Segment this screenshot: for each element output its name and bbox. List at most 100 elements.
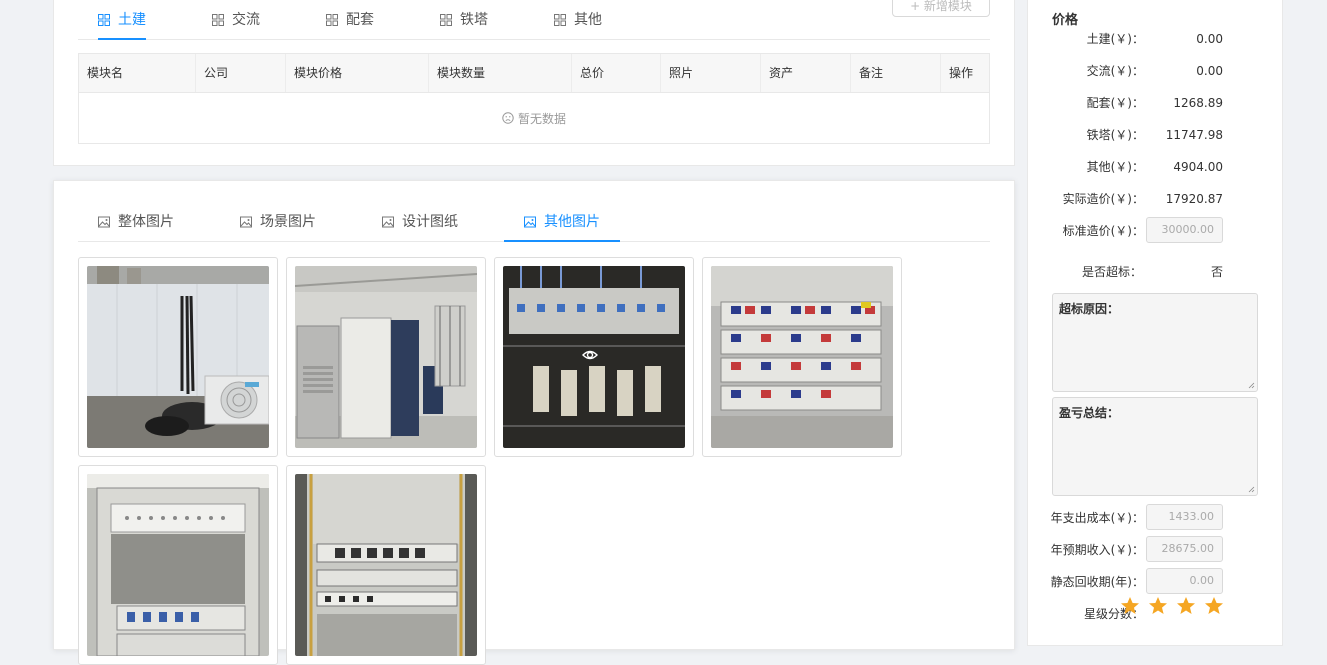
annual-income-row: 年预期收入(￥)： 28675.00 [1028, 536, 1284, 562]
price-label: 交流(￥)： [1086, 64, 1144, 78]
annual-cost-label: 年支出成本(￥)： [1050, 511, 1144, 525]
price-label: 配套(￥)： [1086, 96, 1144, 110]
annual-cost-row: 年支出成本(￥)： 1433.00 [1028, 504, 1284, 530]
payback-row: 静态回收期(年)： 0.00 [1028, 568, 1284, 594]
payback-label: 静态回收期(年)： [1050, 575, 1144, 589]
tab-label: 其他 [574, 12, 602, 28]
photo-thumbnail[interactable] [286, 257, 486, 457]
price-row-ac: 交流(￥)： 0.00 [1028, 59, 1284, 83]
tab-tower[interactable]: 铁塔 [440, 1, 488, 39]
over-reason-textarea[interactable]: 超标原因： [1052, 293, 1258, 392]
price-value: 0.00 [1196, 32, 1223, 46]
column-header: 模块价格 [286, 54, 429, 92]
grid-icon [554, 14, 566, 26]
price-value: 17920.87 [1165, 192, 1223, 206]
tab-other[interactable]: 其他 [554, 1, 602, 39]
standard-cost-label: 标准造价(￥)： [1062, 224, 1144, 238]
price-row-supporting: 配套(￥)： 1268.89 [1028, 91, 1284, 115]
over-standard-value: 否 [1210, 265, 1223, 279]
image-icon [382, 216, 394, 228]
photo-image [87, 266, 269, 448]
annual-income-label: 年预期收入(￥)： [1050, 543, 1144, 557]
over-standard-row: 是否超标： 否 [1028, 260, 1284, 284]
empty-text: 暂无数据 [517, 111, 566, 126]
profit-summary-label: 盈亏总结： [1059, 406, 1120, 420]
price-label: 其他(￥)： [1086, 160, 1144, 174]
grid-icon [326, 14, 338, 26]
image-icon [98, 216, 110, 228]
star-icon[interactable] [1120, 596, 1140, 616]
star-icon[interactable] [1204, 596, 1224, 616]
column-header: 操作 [949, 66, 974, 80]
standard-cost-row: 标准造价(￥)： 30000.00 [1028, 217, 1284, 243]
price-label: 铁塔(￥)： [1086, 128, 1144, 142]
star-icon[interactable] [1176, 596, 1196, 616]
price-panel: 价格 土建(￥)： 0.00 交流(￥)： 0.00 配套(￥)： 1268.8… [1027, 0, 1283, 646]
module-table: 模块名 公司 模块价格 模块数量 总价 照片 资产 备注 操作 暂无数据 [78, 53, 990, 144]
tab-label: 交流 [232, 12, 260, 28]
profit-summary-textarea[interactable]: 盈亏总结： [1052, 397, 1258, 496]
photo-tabbar: 整体图片 场景图片 设计图纸 其他图片 [78, 203, 990, 242]
price-row-other: 其他(￥)： 4904.00 [1028, 155, 1284, 179]
tab-label: 场景图片 [260, 214, 316, 230]
module-card: 土建 交流 配套 铁塔 其他 + 新增模块 模块名 公司 模块价格 模块数量 总… [53, 0, 1015, 166]
image-icon [524, 216, 536, 228]
price-row-actual-cost: 实际造价(￥)： 17920.87 [1028, 187, 1284, 211]
tab-label: 整体图片 [118, 214, 174, 230]
tab-ac[interactable]: 交流 [212, 1, 260, 39]
resize-grip-icon[interactable] [1247, 381, 1255, 389]
photo-thumbnail[interactable] [78, 465, 278, 665]
empty-state: 暂无数据 [79, 93, 989, 143]
image-icon [240, 216, 252, 228]
column-header: 公司 [196, 54, 286, 92]
grid-icon [440, 14, 452, 26]
price-value: 1268.89 [1173, 96, 1223, 110]
price-value: 4904.00 [1173, 160, 1223, 174]
price-label: 土建(￥)： [1086, 32, 1144, 46]
price-label: 实际造价(￥)： [1062, 192, 1144, 206]
resize-grip-icon[interactable] [1247, 485, 1255, 493]
tab-design-drawings[interactable]: 设计图纸 [382, 203, 458, 241]
photo-thumbnail[interactable] [494, 257, 694, 457]
tab-label: 土建 [118, 12, 146, 28]
add-module-button[interactable]: + 新增模块 [892, 0, 990, 17]
module-tabbar: 土建 交流 配套 铁塔 其他 [78, 1, 990, 40]
annual-cost-input[interactable]: 1433.00 [1146, 504, 1223, 530]
photo-thumbnail[interactable] [78, 257, 278, 457]
photo-image [503, 266, 685, 448]
photo-image [295, 266, 477, 448]
column-header: 照片 [661, 54, 761, 92]
photo-image [295, 474, 477, 656]
tab-supporting[interactable]: 配套 [326, 1, 374, 39]
rating-row: 星级分数： [1028, 597, 1284, 626]
column-header: 模块数量 [429, 54, 572, 92]
tab-label: 其他图片 [544, 214, 600, 230]
tab-overall-photos[interactable]: 整体图片 [98, 203, 174, 241]
column-header: 总价 [572, 54, 661, 92]
table-header: 模块名 公司 模块价格 模块数量 总价 照片 资产 备注 操作 [79, 54, 989, 93]
over-standard-label: 是否超标： [1081, 265, 1142, 279]
tab-label: 设计图纸 [402, 214, 458, 230]
tab-scene-photos[interactable]: 场景图片 [240, 203, 316, 241]
tab-other-photos[interactable]: 其他图片 [504, 203, 620, 242]
price-title: 价格 [1052, 13, 1079, 28]
photo-image [87, 474, 269, 656]
tab-label: 配套 [346, 12, 374, 28]
photo-thumbnail[interactable] [286, 465, 486, 665]
tab-civil[interactable]: 土建 [98, 1, 146, 40]
standard-cost-input[interactable]: 30000.00 [1146, 217, 1223, 243]
price-row-civil: 土建(￥)： 0.00 [1028, 27, 1284, 51]
payback-input[interactable]: 0.00 [1146, 568, 1223, 594]
photo-image [711, 266, 893, 448]
column-header: 模块名 [79, 54, 196, 92]
annual-income-input[interactable]: 28675.00 [1146, 536, 1223, 562]
photo-thumbnail[interactable] [702, 257, 902, 457]
grid-icon [98, 14, 110, 26]
photo-card: 整体图片 场景图片 设计图纸 其他图片 [53, 180, 1015, 665]
star-rating[interactable] [1120, 596, 1224, 616]
price-value: 0.00 [1196, 64, 1223, 78]
frown-icon [502, 112, 514, 124]
over-reason-label: 超标原因： [1059, 302, 1120, 316]
price-value: 11747.98 [1165, 128, 1223, 142]
star-icon[interactable] [1148, 596, 1168, 616]
